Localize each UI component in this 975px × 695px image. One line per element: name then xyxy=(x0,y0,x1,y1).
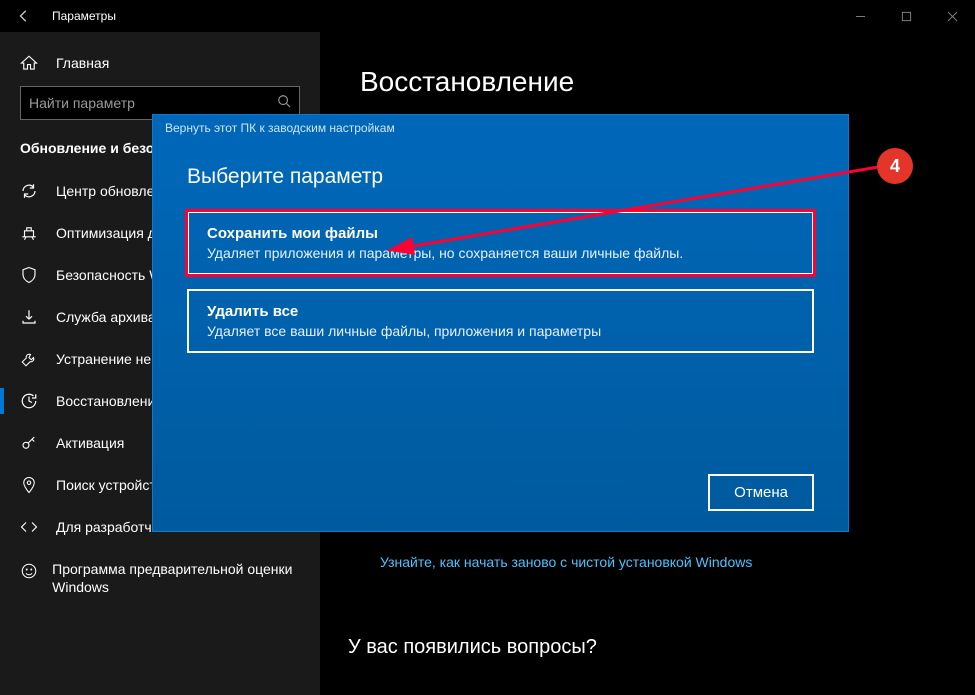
location-icon xyxy=(20,476,42,494)
dialog-title: Выберите параметр xyxy=(187,165,814,189)
page-title: Восстановление xyxy=(360,66,935,98)
dialog-header: Вернуть этот ПК к заводским настройкам xyxy=(153,115,848,141)
search-icon xyxy=(277,94,291,113)
search-placeholder: Найти параметр xyxy=(29,95,277,111)
option-keep-files[interactable]: Сохранить мои файлы Удаляет приложения и… xyxy=(187,211,814,275)
delivery-icon xyxy=(20,224,42,242)
sidebar-item-label: Восстановление xyxy=(56,393,163,409)
window-title: Параметры xyxy=(52,9,116,23)
insider-icon xyxy=(20,562,38,580)
help-link[interactable]: Узнайте, как начать заново с чистой уста… xyxy=(380,554,752,570)
option-title: Сохранить мои файлы xyxy=(207,225,794,242)
minimize-button[interactable] xyxy=(837,0,883,32)
sync-icon xyxy=(20,182,42,200)
back-button[interactable] xyxy=(0,0,48,32)
close-button[interactable] xyxy=(929,0,975,32)
question-heading: У вас появились вопросы? xyxy=(348,636,597,659)
sidebar-item-insider[interactable]: Программа предварительной оценки Windows xyxy=(0,548,320,608)
wrench-icon xyxy=(20,350,42,368)
titlebar: Параметры xyxy=(0,0,975,32)
home-nav[interactable]: Главная xyxy=(0,44,320,86)
sidebar-item-label: Активация xyxy=(56,435,124,451)
annotation-badge: 4 xyxy=(877,148,913,184)
maximize-button[interactable] xyxy=(883,0,929,32)
recovery-icon xyxy=(20,392,42,410)
home-label: Главная xyxy=(56,55,109,71)
cancel-button[interactable]: Отмена xyxy=(708,474,814,511)
home-icon xyxy=(20,54,42,72)
window-controls xyxy=(837,0,975,32)
code-icon xyxy=(20,518,42,536)
backup-icon xyxy=(20,308,42,326)
sidebar-item-label: Программа предварительной оценки Windows xyxy=(52,560,300,596)
option-desc: Удаляет все ваши личные файлы, приложени… xyxy=(207,323,794,339)
shield-icon xyxy=(20,266,42,284)
option-title: Удалить все xyxy=(207,303,794,320)
option-remove-all[interactable]: Удалить все Удаляет все ваши личные файл… xyxy=(187,289,814,353)
key-icon xyxy=(20,434,42,452)
option-desc: Удаляет приложения и параметры, но сохра… xyxy=(207,245,794,261)
reset-pc-dialog: Вернуть этот ПК к заводским настройкам В… xyxy=(152,114,849,532)
